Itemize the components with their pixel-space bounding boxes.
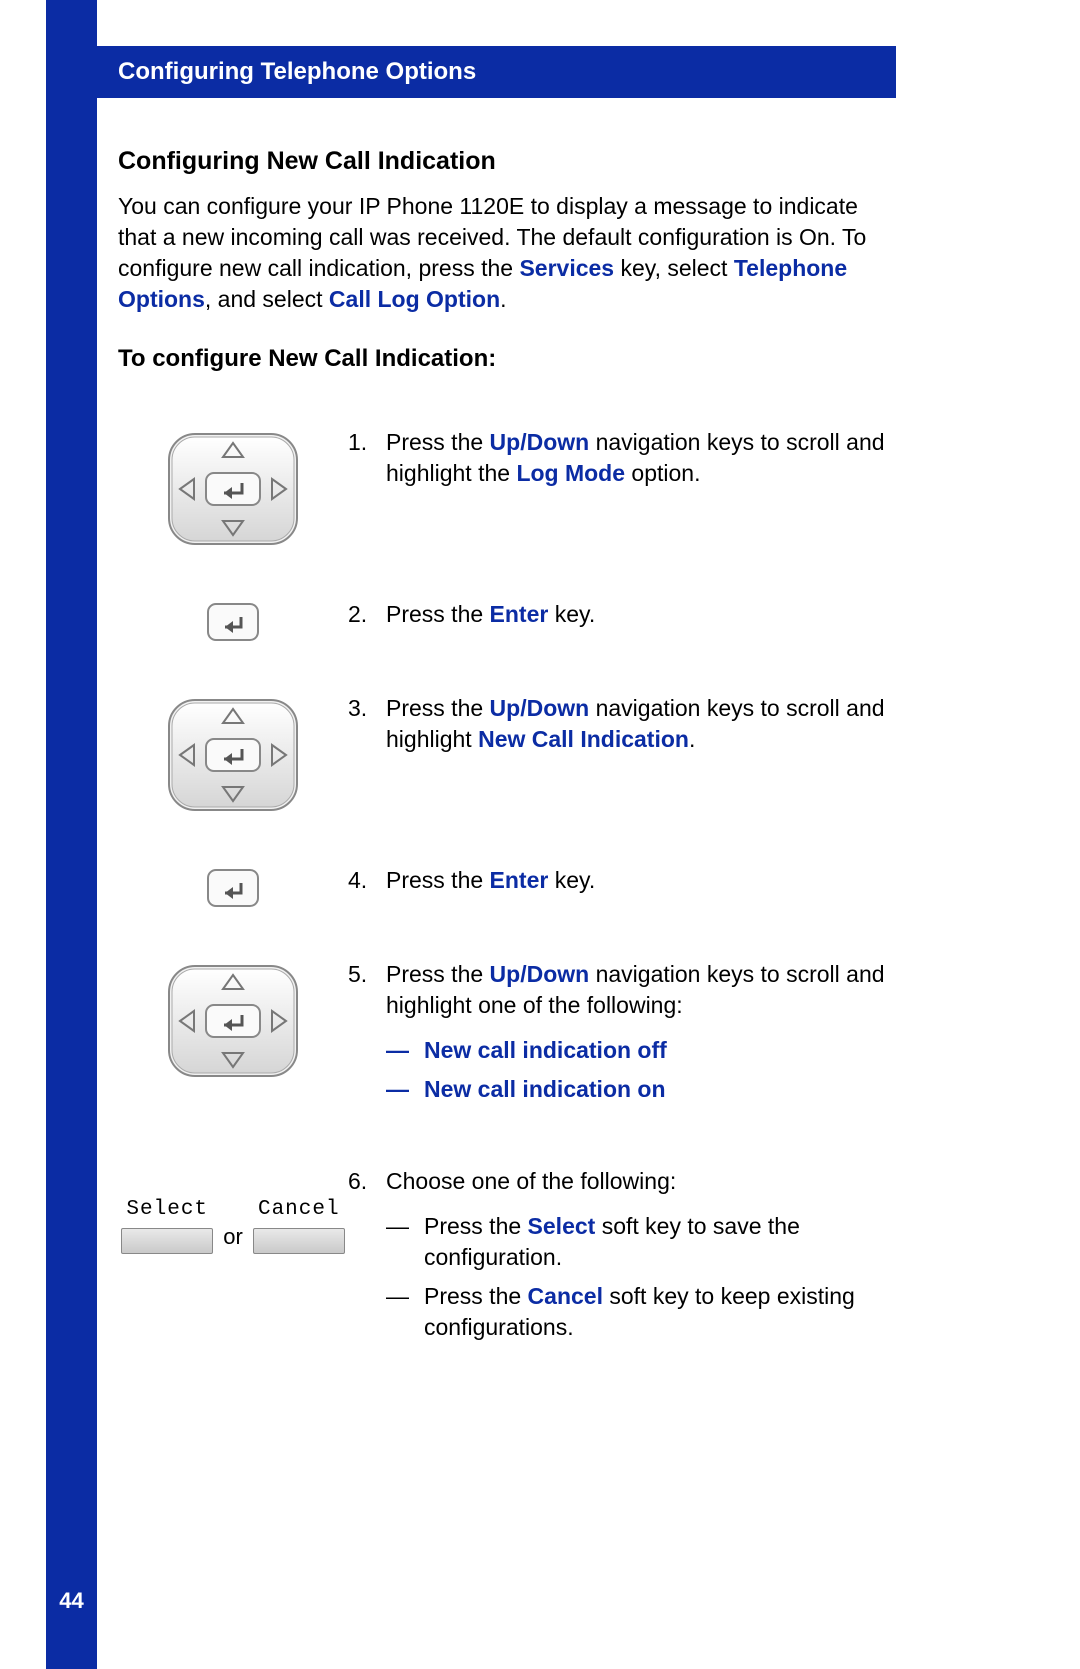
select-softkey-label: Select — [126, 1196, 208, 1224]
enter-key-icon — [207, 603, 259, 641]
step-5: 5. Press the Up/Down navigation keys to … — [118, 959, 898, 1113]
page-content: Configuring New Call Indication You can … — [118, 145, 898, 1351]
step-4: 4. Press the Enter key. — [118, 865, 898, 907]
choice-select: — Press the Select soft key to save the … — [386, 1211, 898, 1273]
step-5-text: 5. Press the Up/Down navigation keys to … — [348, 959, 898, 1113]
step-body: Choose one of the following: — Press the… — [386, 1166, 898, 1351]
or-text: or — [219, 1222, 247, 1254]
step-number: 1. — [348, 427, 386, 489]
cancel-softkey-label: Cancel — [258, 1196, 340, 1224]
services-key-term: Services — [519, 255, 614, 281]
logmode-term: Log Mode — [516, 460, 625, 486]
step-3-text: 3. Press the Up/Down navigation keys to … — [348, 693, 898, 755]
step-body: Press the Up/Down navigation keys to scr… — [386, 693, 898, 755]
navpad-icon — [166, 431, 300, 547]
dash: — — [386, 1211, 424, 1273]
steps-list: 1. Press the Up/Down navigation keys to … — [118, 427, 898, 1350]
choice-select-text: Press the Select soft key to save the co… — [424, 1211, 898, 1273]
navpad-icon — [166, 963, 300, 1079]
manual-page: Configuring Telephone Options Configurin… — [0, 0, 1080, 1669]
option-on-label: New call indication on — [424, 1074, 666, 1105]
step-1-icon-cell — [118, 427, 348, 547]
step-number: 2. — [348, 599, 386, 630]
enter-term: Enter — [490, 601, 549, 627]
step-number: 5. — [348, 959, 386, 1113]
cancel-softkey: Cancel — [253, 1196, 345, 1254]
step-body: Press the Up/Down navigation keys to scr… — [386, 959, 898, 1113]
step-6: Select or Cancel 6. Choose one of the fo… — [118, 1166, 898, 1351]
step-body: Press the Enter key. — [386, 865, 898, 896]
step-2: 2. Press the Enter key. — [118, 599, 898, 641]
select-softkey: Select — [121, 1196, 213, 1254]
left-blue-stripe — [46, 0, 97, 1669]
step-body: Press the Up/Down navigation keys to scr… — [386, 427, 898, 489]
call-log-option-term: Call Log Option — [329, 286, 500, 312]
select-softkey-button-icon — [121, 1228, 213, 1254]
select-term: Select — [528, 1213, 596, 1239]
step-1-text: 1. Press the Up/Down navigation keys to … — [348, 427, 898, 489]
dash: — — [386, 1035, 424, 1066]
cancel-softkey-button-icon — [253, 1228, 345, 1254]
step-4-text: 4. Press the Enter key. — [348, 865, 898, 896]
softkey-group: Select or Cancel — [118, 1196, 348, 1254]
dash: — — [386, 1074, 424, 1105]
option-on: — New call indication on — [386, 1074, 898, 1105]
choice-cancel: — Press the Cancel soft key to keep exis… — [386, 1281, 898, 1343]
section-header: Configuring Telephone Options — [46, 46, 896, 98]
step-6-icon-cell: Select or Cancel — [118, 1166, 348, 1254]
step-4-icon-cell — [118, 865, 348, 907]
intro-paragraph: You can configure your IP Phone 1120E to… — [118, 191, 898, 315]
navpad-icon — [166, 697, 300, 813]
step-number: 3. — [348, 693, 386, 755]
option-list: — New call indication off — New call ind… — [386, 1035, 898, 1105]
step-6-text: 6. Choose one of the following: — Press … — [348, 1166, 898, 1351]
step-1: 1. Press the Up/Down navigation keys to … — [118, 427, 898, 547]
updown-term: Up/Down — [490, 695, 590, 721]
step-2-text: 2. Press the Enter key. — [348, 599, 898, 630]
choice-list: — Press the Select soft key to save the … — [386, 1211, 898, 1343]
enter-key-icon — [207, 869, 259, 907]
intro-text: key, select — [614, 255, 734, 281]
procedure-subheading: To configure New Call Indication: — [118, 343, 898, 375]
step-number: 6. — [348, 1166, 386, 1351]
enter-term: Enter — [490, 867, 549, 893]
dash: — — [386, 1281, 424, 1343]
step-3: 3. Press the Up/Down navigation keys to … — [118, 693, 898, 813]
option-off-label: New call indication off — [424, 1035, 667, 1066]
updown-term: Up/Down — [490, 961, 590, 987]
section-title: Configuring New Call Indication — [118, 145, 898, 179]
cancel-term: Cancel — [528, 1283, 603, 1309]
step-5-icon-cell — [118, 959, 348, 1079]
step-3-icon-cell — [118, 693, 348, 813]
step-2-icon-cell — [118, 599, 348, 641]
intro-text: , and select — [205, 286, 329, 312]
step-body: Press the Enter key. — [386, 599, 898, 630]
updown-term: Up/Down — [490, 429, 590, 455]
page-number: 44 — [46, 1579, 97, 1623]
choice-cancel-text: Press the Cancel soft key to keep existi… — [424, 1281, 898, 1343]
step-number: 4. — [348, 865, 386, 896]
option-off: — New call indication off — [386, 1035, 898, 1066]
intro-text: . — [500, 286, 506, 312]
new-call-indication-term: New Call Indication — [478, 726, 689, 752]
